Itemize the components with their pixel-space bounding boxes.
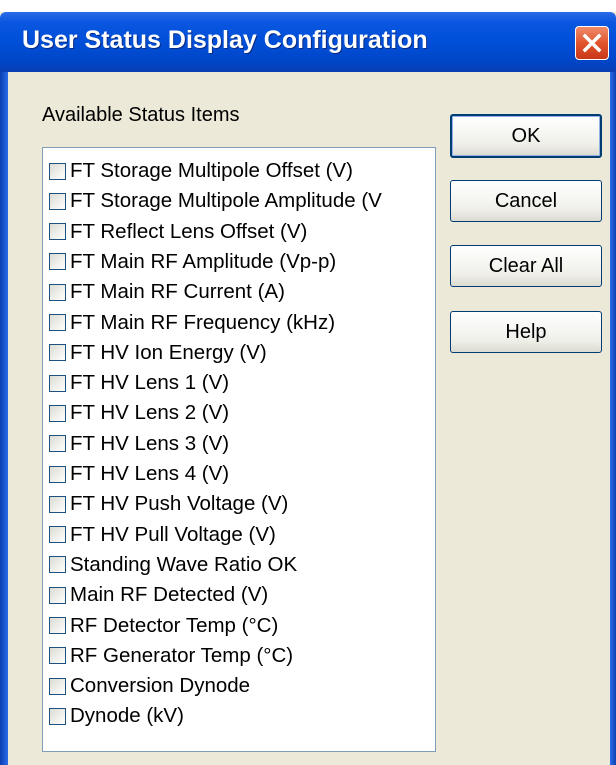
item-checkbox[interactable]	[49, 404, 66, 422]
item-label: Standing Wave Ratio OK	[70, 552, 298, 576]
list-item[interactable]: RF Detector Temp (°C)	[49, 611, 388, 641]
window-frame-right	[610, 72, 616, 765]
item-label: Main RF Detected (V)	[70, 583, 269, 607]
item-label: Conversion Dynode	[70, 674, 251, 698]
item-checkbox[interactable]	[49, 344, 66, 362]
list-item[interactable]: Standing Wave Ratio OK	[49, 550, 388, 580]
item-checkbox[interactable]	[49, 556, 66, 574]
item-label: Dynode (kV)	[70, 704, 184, 728]
item-label: FT Main RF Frequency (kHz)	[70, 310, 336, 334]
item-label: RF Generator Temp (°C)	[70, 643, 294, 667]
item-checkbox[interactable]	[49, 495, 66, 513]
item-checkbox[interactable]	[49, 526, 66, 544]
list-item[interactable]: FT HV Pull Voltage (V)	[49, 520, 388, 550]
item-label: RF Detector Temp (°C)	[70, 613, 279, 637]
list-item[interactable]: FT Storage Multipole Offset (V)	[49, 156, 388, 186]
title-bar[interactable]: User Status Display Configuration	[0, 12, 616, 72]
item-label: FT Reflect Lens Offset (V)	[70, 219, 308, 243]
close-icon	[582, 33, 602, 53]
item-label: FT Storage Multipole Offset (V)	[70, 159, 353, 182]
item-checkbox[interactable]	[49, 374, 66, 392]
close-button[interactable]	[575, 26, 609, 60]
item-checkbox[interactable]	[49, 283, 66, 301]
item-label: FT Main RF Amplitude (Vp-p)	[70, 249, 337, 273]
list-item[interactable]: FT Main RF Frequency (kHz)	[49, 308, 388, 338]
list-item[interactable]: Dynode (kV)	[49, 701, 388, 731]
item-checkbox[interactable]	[49, 314, 66, 331]
item-label: FT HV Lens 4 (V)	[70, 462, 230, 485]
item-checkbox[interactable]	[49, 617, 66, 634]
list-item[interactable]: FT Storage Multipole Amplitude (V	[49, 186, 388, 216]
item-label: FT HV Lens 3 (V)	[70, 431, 230, 455]
item-label: FT HV Push Voltage (V)	[70, 492, 289, 516]
item-checkbox[interactable]	[49, 192, 66, 210]
list-item[interactable]: FT Reflect Lens Offset (V)	[49, 217, 388, 247]
item-checkbox[interactable]	[49, 707, 66, 725]
window-frame-left	[0, 72, 8, 765]
dialog-window: User Status Display Configuration Availa…	[0, 12, 616, 765]
status-items-list[interactable]: FT Storage Multipole Offset (V) FT Storag…	[42, 147, 436, 752]
list-item[interactable]: FT HV Lens 1 (V)	[49, 368, 388, 398]
list-item[interactable]: Main RF Detected (V)	[49, 580, 388, 610]
item-checkbox[interactable]	[49, 162, 66, 180]
item-checkbox[interactable]	[49, 677, 66, 695]
window-title: User Status Display Configuration	[22, 26, 428, 54]
item-label: FT HV Ion Energy (V)	[70, 340, 267, 364]
item-label: FT Main RF Current (A)	[70, 280, 285, 304]
item-label: FT HV Lens 2 (V)	[70, 401, 230, 425]
cancel-button[interactable]: Cancel	[450, 180, 602, 222]
item-label: FT Storage Multipole Amplitude (V	[70, 189, 382, 213]
available-status-items-label: Available Status Items	[42, 104, 240, 126]
list-item[interactable]: FT Main RF Amplitude (Vp-p)	[49, 247, 388, 277]
item-checkbox[interactable]	[49, 586, 66, 604]
list-item[interactable]: FT HV Lens 4 (V)	[49, 459, 388, 489]
item-label: FT HV Lens 1 (V)	[70, 371, 230, 395]
list-item[interactable]: FT Main RF Current (A)	[49, 277, 388, 307]
ok-button[interactable]: OK	[450, 114, 602, 158]
item-checkbox[interactable]	[49, 253, 66, 271]
item-checkbox[interactable]	[49, 223, 66, 241]
item-checkbox[interactable]	[49, 647, 66, 665]
list-item[interactable]: Conversion Dynode	[49, 671, 388, 701]
list-item[interactable]: RF Generator Temp (°C)	[49, 641, 388, 671]
list-item[interactable]: FT HV Lens 3 (V)	[49, 429, 388, 459]
item-checkbox[interactable]	[49, 465, 66, 483]
list-item[interactable]: FT HV Ion Energy (V)	[49, 338, 388, 368]
item-checkbox[interactable]	[49, 435, 66, 453]
list-item[interactable]: FT HV Push Voltage (V)	[49, 489, 388, 519]
clear-all-button[interactable]: Clear All	[450, 245, 602, 287]
list-item[interactable]: FT HV Lens 2 (V)	[49, 398, 388, 428]
help-button[interactable]: Help	[450, 311, 602, 353]
item-label: FT HV Pull Voltage (V)	[70, 522, 276, 546]
